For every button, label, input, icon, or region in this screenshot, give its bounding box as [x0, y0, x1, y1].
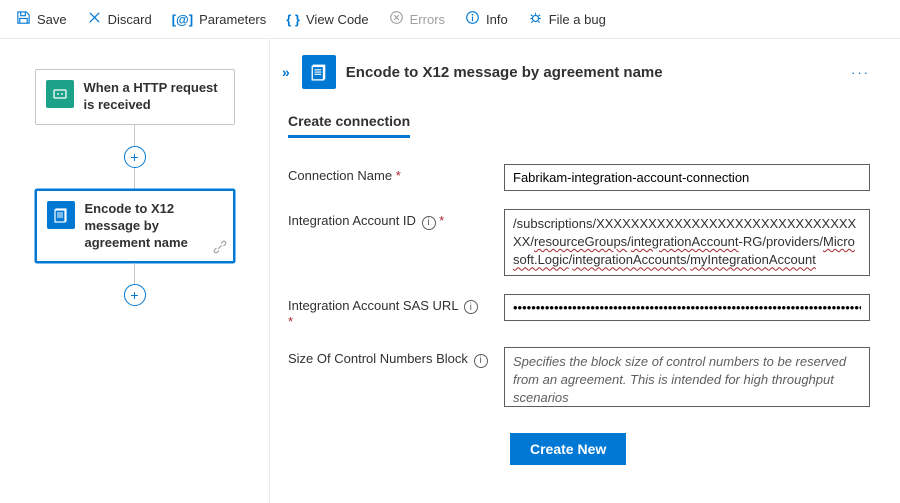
panel-icon: [302, 55, 336, 89]
toolbar: Save Discard [@] Parameters { } View Cod…: [0, 0, 900, 39]
block-size-input[interactable]: [504, 347, 870, 407]
action-node-encode-x12[interactable]: Encode to X12 message by agreement name: [35, 189, 235, 264]
label-block-size: Size Of Control Numbers Block i: [288, 347, 488, 368]
create-connection-form: Connection Name * Integration Account ID…: [288, 164, 870, 465]
info-icon[interactable]: i: [422, 216, 436, 230]
connection-name-input[interactable]: [504, 164, 870, 191]
parameters-label: Parameters: [199, 12, 266, 27]
bug-icon: [528, 10, 543, 28]
http-icon: [46, 80, 74, 108]
connector: [134, 167, 135, 189]
error-icon: [389, 10, 404, 28]
label-account-id: Integration Account ID i *: [288, 209, 488, 230]
content: When a HTTP request is received + Encode…: [0, 39, 900, 503]
info-icon[interactable]: i: [464, 300, 478, 314]
action-node-title: Encode to X12 message by agreement name: [85, 201, 223, 252]
row-account-id: Integration Account ID i * /subscription…: [288, 209, 870, 276]
info-button[interactable]: Info: [457, 6, 516, 32]
view-code-label: View Code: [306, 12, 369, 27]
trigger-node-http-request[interactable]: When a HTTP request is received: [35, 69, 235, 125]
label-sas-url: Integration Account SAS URL i*: [288, 294, 488, 330]
panel-header: » Encode to X12 message by agreement nam…: [282, 55, 870, 89]
file-bug-label: File a bug: [549, 12, 606, 27]
add-step-button[interactable]: +: [124, 284, 146, 306]
file-bug-button[interactable]: File a bug: [520, 6, 614, 32]
trigger-node-title: When a HTTP request is received: [84, 80, 224, 114]
connector: [134, 263, 135, 285]
connector: [134, 125, 135, 147]
details-panel: » Encode to X12 message by agreement nam…: [270, 39, 900, 503]
row-connection-name: Connection Name *: [288, 164, 870, 191]
add-step-button[interactable]: +: [124, 146, 146, 168]
errors-label: Errors: [410, 12, 445, 27]
row-sas-url: Integration Account SAS URL i*: [288, 294, 870, 330]
view-code-button[interactable]: { } View Code: [278, 8, 376, 31]
link-icon: [213, 240, 227, 257]
info-icon: [465, 10, 480, 28]
discard-label: Discard: [108, 12, 152, 27]
discard-button[interactable]: Discard: [79, 6, 160, 32]
more-menu-button[interactable]: ···: [851, 65, 870, 80]
braces-icon: { }: [286, 12, 300, 27]
panel-title: Encode to X12 message by agreement name: [346, 64, 841, 81]
close-icon: [87, 10, 102, 28]
account-id-input[interactable]: /subscriptions/XXXXXXXXXXXXXXXXXXXXXXXXX…: [504, 209, 870, 276]
save-icon: [16, 10, 31, 28]
designer-canvas: When a HTTP request is received + Encode…: [0, 39, 270, 503]
save-label: Save: [37, 12, 67, 27]
sas-url-input[interactable]: [504, 294, 870, 321]
info-icon[interactable]: i: [474, 354, 488, 368]
row-block-size: Size Of Control Numbers Block i: [288, 347, 870, 407]
create-new-button[interactable]: Create New: [510, 433, 626, 465]
errors-button: Errors: [381, 6, 453, 32]
section-title: Create connection: [288, 113, 410, 138]
save-button[interactable]: Save: [8, 6, 75, 32]
parameters-icon: [@]: [172, 12, 193, 27]
label-connection-name: Connection Name *: [288, 164, 488, 183]
info-label: Info: [486, 12, 508, 27]
collapse-button[interactable]: »: [282, 64, 288, 80]
parameters-button[interactable]: [@] Parameters: [164, 8, 275, 31]
x12-icon: [47, 201, 75, 229]
